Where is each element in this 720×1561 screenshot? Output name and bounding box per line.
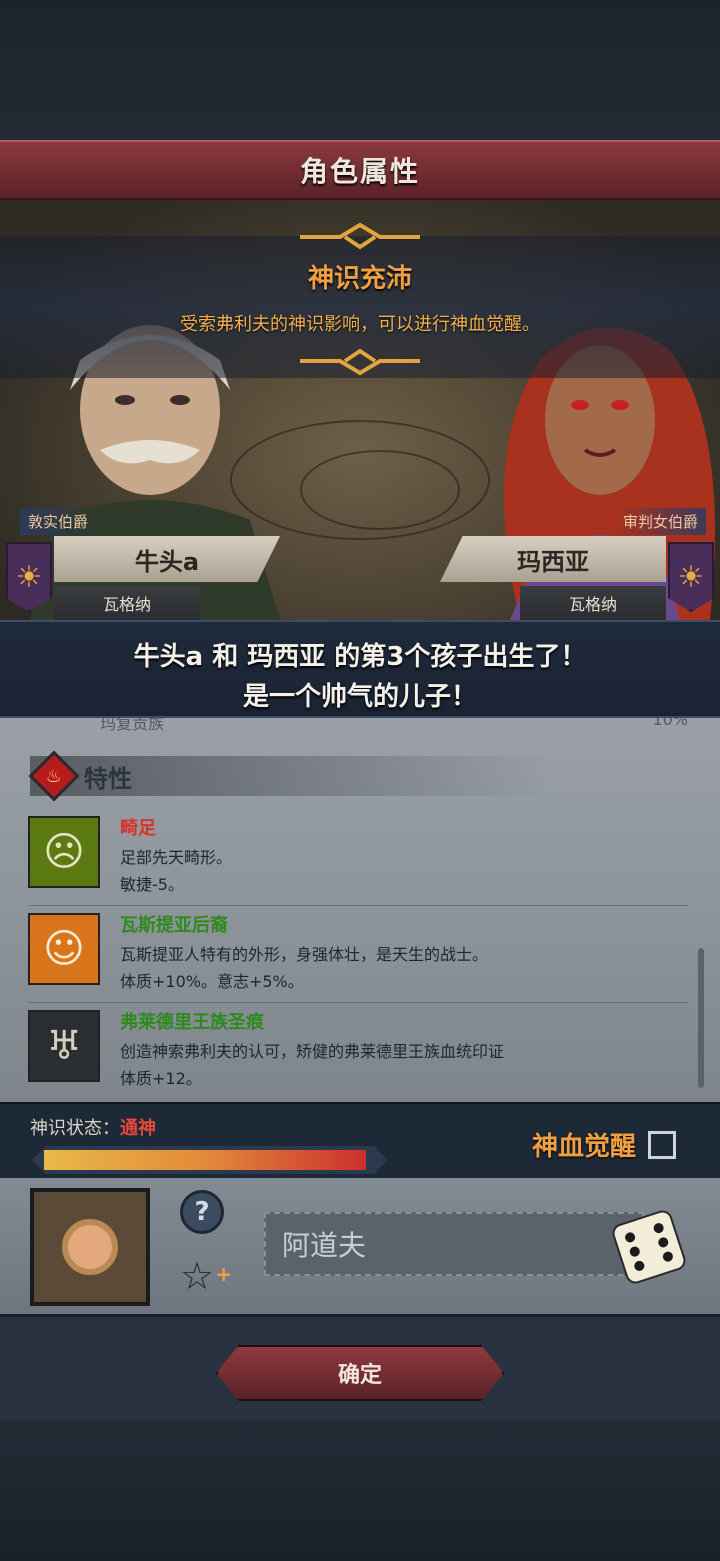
traits-section-label: 特性 [84,764,132,793]
trait-desc: 瓦斯提亚人特有的外形，身强体壮，是天生的战士。 [120,945,489,964]
father-name-plate[interactable]: 牛头a [54,536,280,582]
trait-item[interactable]: ♅ 弗莱德里王族圣痕 创造神索弗利夫的认可，矫健的弗莱德里王族血统印证 体质+1… [28,1010,688,1100]
trait-name: 畸足 [120,818,156,839]
father-crest-icon: ☀ [6,542,52,612]
page-title: 角色属性 [299,155,420,188]
mother-rank: 审判女伯爵 [614,508,706,535]
top-background [0,0,720,140]
ornament-top-icon [300,222,420,250]
question-icon[interactable]: ? [180,1190,224,1234]
title-bar: 角色属性 [0,140,720,200]
mother-name: 玛西亚 [517,547,589,576]
child-name-input[interactable] [264,1212,644,1276]
trait-name: 瓦斯提亚后裔 [120,915,228,936]
mother-name-plate[interactable]: 玛西亚 [440,536,666,582]
traits-section-header: ♨ 特性 [28,750,550,802]
peek-percent: 10% [652,718,688,729]
trait-name: 弗莱德里王族圣痕 [120,1012,264,1033]
father-house: 瓦格纳 [54,586,200,620]
birth-message-line2: 是一个帅气的儿子！ [242,682,477,712]
divine-progress-fill [44,1150,366,1170]
traits-panel[interactable]: 玛复贡族 10% ♨ 特性 ☹ 畸足 足部先天畸形。 敏捷-5。 ☺ 瓦斯提亚后… [0,718,720,1102]
trait-effect: 体质+12。 [120,1069,202,1088]
banner-title: 神识充沛 [307,264,412,294]
baby-face [62,1219,118,1275]
trait-item[interactable]: ☹ 畸足 足部先天畸形。 敏捷-5。 [28,816,688,906]
naming-area: ? ☆ + [0,1178,720,1314]
star-plus-icon[interactable]: ☆ + [180,1254,232,1298]
flame-icon: ♨ [28,750,80,802]
peek-row: 玛复贡族 10% [50,718,700,736]
scrollbar[interactable] [698,948,704,1088]
map-contour [300,450,460,530]
ornament-bottom-icon [300,348,420,376]
mother-house: 瓦格纳 [520,586,666,620]
awaken-label: 神血觉醒 [531,1132,636,1162]
trait-effect: 体质+10%。意志+5%。 [120,972,304,991]
divine-status-bar: 神识状态：通神 神血觉醒 [0,1102,720,1178]
sad-face-icon: ☹ [28,816,100,888]
trait-item[interactable]: ☺ 瓦斯提亚后裔 瓦斯提亚人特有的外形，身强体壮，是天生的战士。 体质+10%。… [28,913,688,1003]
newborn-portrait [30,1188,150,1306]
divine-progress-bar [32,1146,388,1174]
happy-face-icon: ☺ [28,913,100,985]
awaken-toggle[interactable]: 神血觉醒 [532,1126,676,1163]
bottom-background [0,1420,720,1561]
mother-crest-icon: ☀ [668,542,714,612]
confirm-button[interactable]: 确定 [216,1345,504,1401]
father-rank: 敦实伯爵 [20,508,97,535]
confirm-area: 确定 [0,1314,720,1420]
status-label-text: 神识状态： [30,1118,120,1139]
birth-message: 牛头a 和 玛西亚 的第3个孩子出生了！ 是一个帅气的儿子！ [0,620,720,718]
horned-emblem-icon: ♅ [28,1010,100,1082]
status-value: 通神 [120,1118,156,1139]
status-label: 神识状态：通神 [30,1114,156,1140]
father-name: 牛头a [134,547,200,576]
trait-desc: 创造神索弗利夫的认可，矫健的弗莱德里王族血统印证 [120,1042,505,1061]
trait-effect: 敏捷-5。 [120,875,184,894]
banner-subtitle: 受索弗利夫的神识影响，可以进行神血觉醒。 [180,314,540,335]
peek-label: 玛复贡族 [100,718,165,733]
trait-desc: 足部先天畸形。 [120,848,233,867]
awaken-checkbox[interactable] [648,1130,676,1159]
birth-message-line1: 牛头a 和 玛西亚 的第3个孩子出生了！ [133,642,587,672]
